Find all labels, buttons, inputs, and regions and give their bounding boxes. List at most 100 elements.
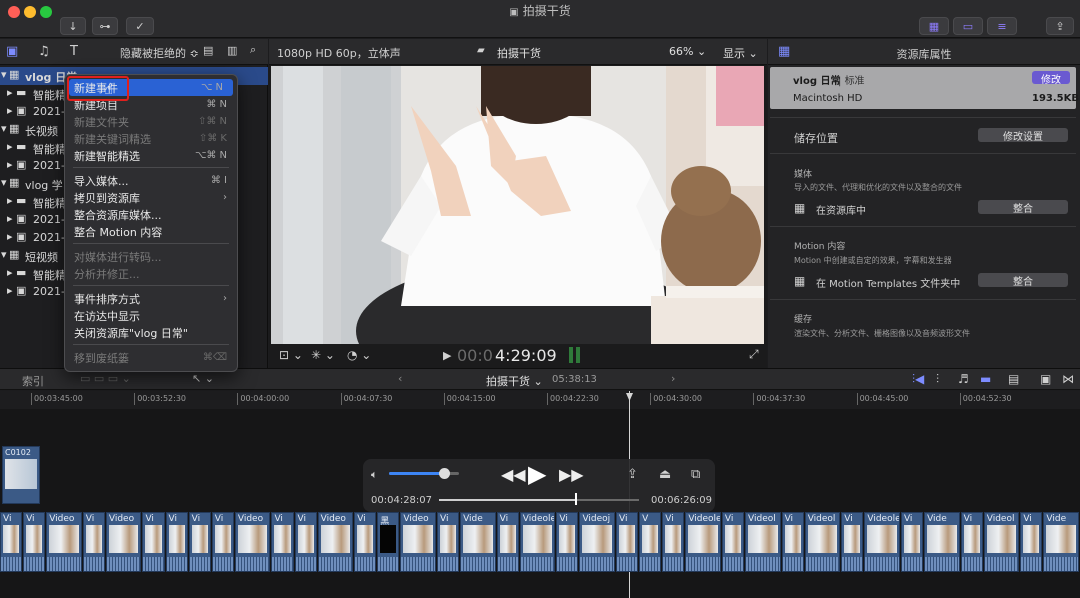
headphones-icon[interactable]: ♬ (958, 372, 969, 386)
smart-collection-row[interactable]: ▸ ▬ 智能精 (0, 85, 66, 103)
disclosure-triangle-icon[interactable]: ▸ (7, 230, 13, 243)
connected-clip[interactable]: C0102 (2, 446, 40, 504)
disclosure-triangle-icon[interactable]: ▸ (7, 266, 13, 279)
menu-item[interactable]: 拷贝到资源库 › (65, 189, 237, 206)
smart-collection-row[interactable]: ▸ ▬ 智能精 (0, 265, 66, 283)
photos-audio-icon[interactable]: ♫ (38, 44, 50, 59)
storyline-clip[interactable]: V (639, 512, 662, 572)
storyline-clip[interactable]: Vi (841, 512, 864, 572)
pointer-tool-icon[interactable]: ↖ ⌄ (192, 372, 214, 385)
menu-item[interactable]: 事件排序方式 › (65, 290, 237, 307)
modify-button[interactable]: 修改 (1032, 71, 1070, 86)
effects-browser-icon[interactable]: ▣ (1040, 372, 1051, 386)
storyline-clip[interactable]: Video (46, 512, 82, 572)
skimming-icon[interactable]: ⫶ (936, 372, 939, 387)
storyline-clip[interactable]: Vi (496, 512, 519, 572)
storyline-clip[interactable]: Video (317, 512, 354, 572)
player-play-button[interactable]: ▶ (528, 460, 546, 488)
transitions-browser-icon[interactable]: ⋈ (1062, 372, 1074, 386)
transform-icon[interactable]: ⊡ ⌄ (279, 348, 303, 362)
browser-toggle-icon[interactable]: ▦ (919, 17, 949, 35)
storyline-clip[interactable]: Videoj (579, 512, 616, 572)
storyline-clip[interactable]: Videole (519, 512, 556, 572)
scrub-bar[interactable] (439, 499, 639, 501)
snapping-icon[interactable]: ▬ (980, 372, 991, 386)
disclosure-triangle-icon[interactable]: ▸ (7, 140, 13, 153)
storyline-clip[interactable]: Vi (0, 512, 23, 572)
volume-knob[interactable] (438, 468, 450, 479)
disclosure-triangle-icon[interactable]: ▾ (1, 68, 7, 81)
storyline-clip[interactable]: Vi (142, 512, 165, 572)
storyline-clip[interactable]: Vi (188, 512, 211, 572)
storyline-clip[interactable]: Videol (983, 512, 1020, 572)
modify-settings-button[interactable]: 修改设置 (978, 128, 1068, 143)
storyline-clip[interactable]: Vi (900, 512, 924, 572)
storyline-clip[interactable]: Vi (556, 512, 579, 572)
consolidate-motion-button[interactable]: 整合 (978, 273, 1068, 288)
storyline-clip[interactable]: Videol (804, 512, 841, 572)
event-row[interactable]: ▸ ▣ 2021-0 (0, 283, 72, 301)
disclosure-triangle-icon[interactable]: ▾ (1, 248, 7, 261)
disclosure-triangle-icon[interactable]: ▾ (1, 122, 7, 135)
storyline-clip[interactable]: Video (400, 512, 436, 572)
menu-item[interactable]: 在访达中显示 (65, 307, 237, 324)
event-row[interactable]: ▸ ▣ 2021-0 (0, 229, 72, 247)
background-tasks-icon[interactable]: ✓ (126, 17, 154, 35)
share-icon[interactable]: ⇪ (1046, 17, 1074, 35)
event-row[interactable]: ▸ ▣ 2021-0 (0, 157, 72, 175)
import-icon[interactable]: ↓ (60, 17, 86, 35)
storyline-clip[interactable]: Vi (23, 512, 46, 572)
share-icon[interactable]: ⇪ (627, 467, 638, 482)
storyline-clip[interactable]: Vi (82, 512, 105, 572)
storyline-clip[interactable]: Vi (211, 512, 234, 572)
storyline-clip[interactable]: Vi (437, 512, 460, 572)
fullscreen-icon[interactable]: ⤢ (749, 347, 759, 362)
storyline-clip[interactable]: Videole (685, 512, 721, 572)
storyline-clip[interactable]: Vi (721, 512, 745, 572)
storyline-clip[interactable]: Vi (165, 512, 188, 572)
consolidate-media-button[interactable]: 整合 (978, 200, 1068, 215)
storyline-clip[interactable]: Video (234, 512, 271, 572)
disclosure-triangle-icon[interactable]: ▸ (7, 284, 13, 297)
disclosure-triangle-icon[interactable]: ▸ (7, 194, 13, 207)
clip-filter-popup[interactable]: 隐藏被拒绝的 ≎ (120, 45, 199, 61)
menu-item[interactable]: 关闭资源库"vlog 日常" (65, 324, 237, 341)
scrub-handle[interactable] (575, 493, 577, 505)
menu-item[interactable]: 整合 Motion 内容 (65, 223, 237, 240)
index-button[interactable]: 索引 (22, 373, 44, 389)
fast-forward-button[interactable]: ▶▶ (559, 465, 584, 484)
disclosure-triangle-icon[interactable]: ▸ (7, 212, 13, 225)
storyline-clip[interactable]: Vide (1043, 512, 1079, 572)
speed-icon[interactable]: ◔ ⌄ (347, 348, 371, 362)
timeline-project-name[interactable]: 拍摄干货 ⌄ (486, 373, 543, 389)
search-icon[interactable]: ⌕ (250, 43, 256, 57)
menu-item[interactable]: 导入媒体... ⌘ I (65, 172, 237, 189)
forward-arrow-icon[interactable]: › (671, 372, 675, 385)
picture-in-picture-icon[interactable]: ⧉ (691, 467, 700, 482)
storyline-clip[interactable]: Vi (781, 512, 804, 572)
storyline-clip[interactable]: 黑 (377, 512, 400, 572)
keyword-icon[interactable]: ⊶ (92, 17, 118, 35)
audio-skimming-icon[interactable]: ⫶◀ (912, 372, 924, 387)
smart-collection-row[interactable]: ▸ ▬ 智能精 (0, 139, 66, 157)
zoom-popup[interactable]: 66% ⌄ (669, 45, 706, 58)
storyline-clip[interactable]: Vide (924, 512, 960, 572)
titles-generators-icon[interactable]: T (70, 44, 78, 59)
storyline-clip[interactable]: Vi (960, 512, 983, 572)
storyline-clip[interactable]: Vi (354, 512, 377, 572)
storyline-clip[interactable]: Vi (616, 512, 639, 572)
play-button[interactable]: ▶ (443, 349, 451, 362)
event-row[interactable]: ▸ ▣ 2021-0 (0, 211, 72, 229)
enhance-icon[interactable]: ✳ ⌄ (311, 348, 335, 362)
timeline-toggle-icon[interactable]: ▭ (953, 17, 983, 35)
storyline-clip[interactable]: Vi (662, 512, 685, 572)
storyline-clip[interactable]: Videol (745, 512, 781, 572)
disclosure-triangle-icon[interactable]: ▸ (7, 86, 13, 99)
rewind-button[interactable]: ◀◀ (501, 465, 526, 484)
clip-appearance-icon[interactable]: ▤ (1008, 372, 1019, 386)
event-row[interactable]: ▸ ▣ 2021-0 (0, 103, 72, 121)
menu-item[interactable]: 整合资源库媒体... (65, 206, 237, 223)
timeline-ruler[interactable]: 00:03:45:00 00:03:52:30 00:04:00:00 00:04:0… (0, 391, 1080, 409)
storyline-clip[interactable]: Vi (271, 512, 294, 572)
smart-collection-row[interactable]: ▸ ▬ 智能精 (0, 193, 66, 211)
